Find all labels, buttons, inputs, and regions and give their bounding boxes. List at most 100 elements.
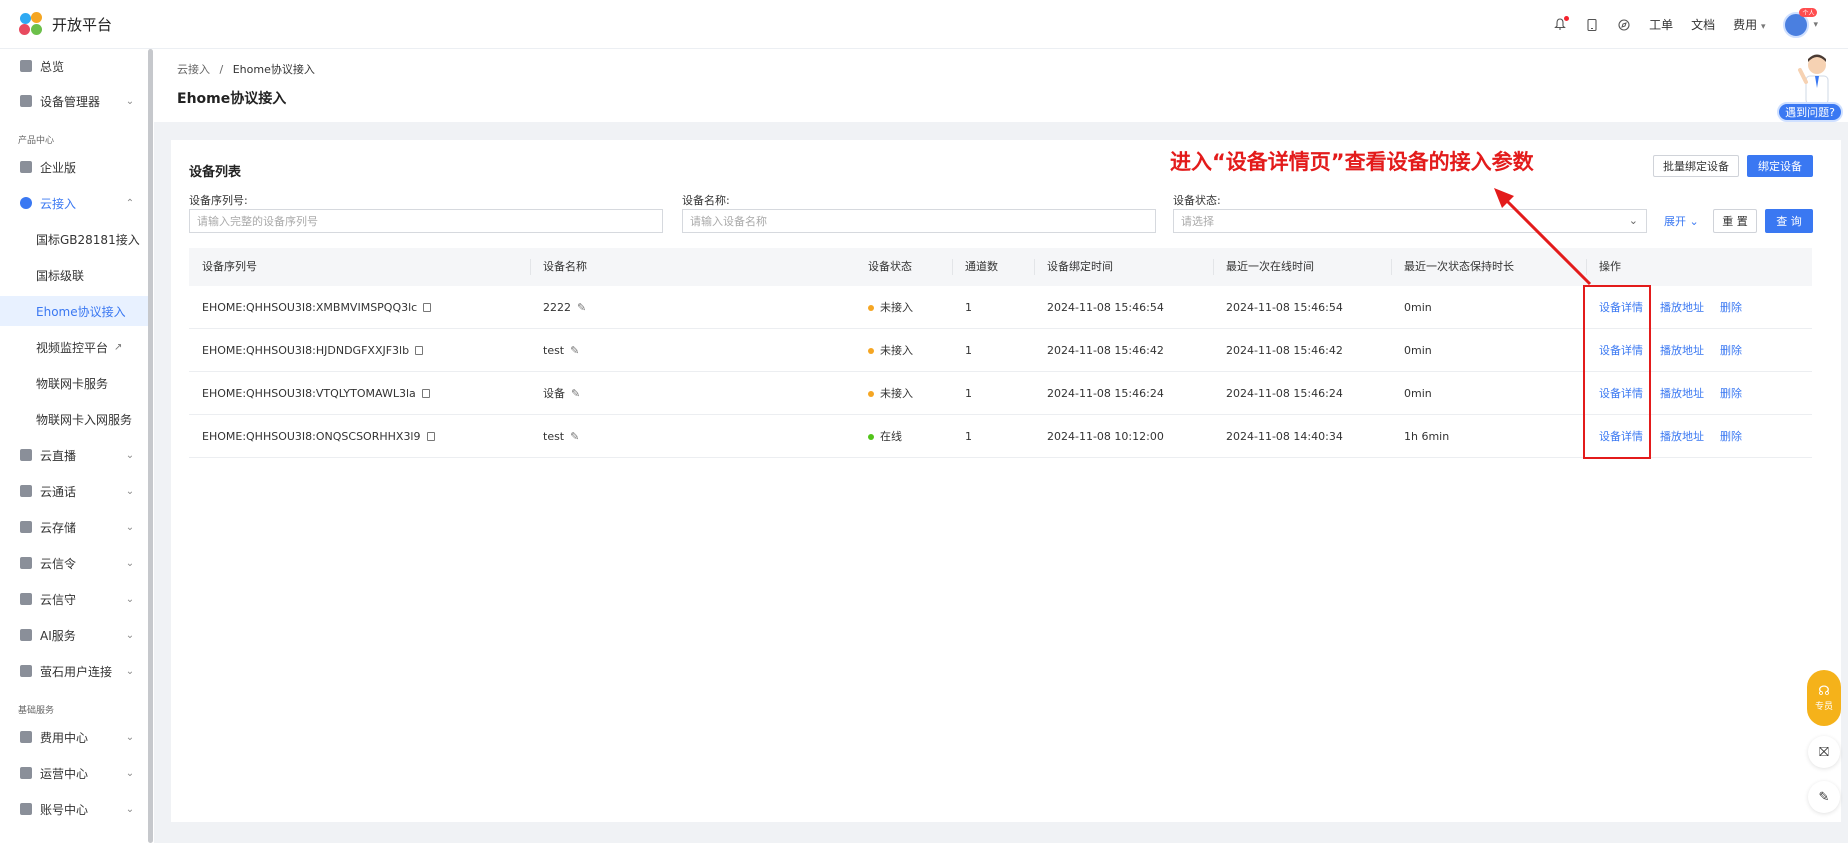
chevron-down-icon: ⌄ xyxy=(1628,214,1638,227)
name-text: test xyxy=(543,344,565,357)
help-pill[interactable]: 遇到问题? xyxy=(1777,102,1843,122)
sidebar-item-device-manager[interactable]: 设备管理器 ⌄ xyxy=(0,86,148,116)
customer-service-button[interactable]: ☊ 专员 xyxy=(1807,670,1841,726)
chevron-down-icon: ⌄ xyxy=(1689,215,1699,228)
sidebar-item-user-connect[interactable]: 萤石用户连接 ⌄ xyxy=(0,656,148,686)
breadcrumb-root[interactable]: 云接入 xyxy=(177,63,210,76)
edit-icon[interactable]: ✎ xyxy=(577,286,586,329)
page-header: 云接入 / Ehome协议接入 Ehome协议接入 xyxy=(154,49,1848,122)
breadcrumb: 云接入 / Ehome协议接入 xyxy=(177,61,315,77)
serial-text: EHOME:QHHSOU3I8:VTQLYTOMAWL3la xyxy=(202,387,416,400)
sidebar-item-label: AI服务 xyxy=(40,628,76,643)
sidebar-group-label: 产品中心 xyxy=(18,136,55,146)
col-name: 设备名称 xyxy=(543,260,587,273)
sidebar-item-overview[interactable]: 总览 xyxy=(0,51,148,81)
ai-icon xyxy=(20,629,32,641)
col-channels: 通道数 xyxy=(965,260,998,273)
message-icon xyxy=(20,557,32,569)
annotation-text: 进入“设备详情页”查看设备的接入参数 xyxy=(1170,150,1534,174)
sidebar-item-label: 费用中心 xyxy=(40,730,89,745)
name-text: test xyxy=(543,430,565,443)
delete-link[interactable]: 删除 xyxy=(1720,415,1742,458)
sidebar-sub-iot-card[interactable]: 物联网卡服务 xyxy=(0,368,148,398)
logo[interactable]: 开放平台 xyxy=(18,11,112,37)
chevron-down-icon: ⌄ xyxy=(125,449,135,461)
batch-bind-button[interactable]: 批量绑定设备 xyxy=(1653,155,1739,177)
gift-icon[interactable]: ⛝ xyxy=(1808,736,1840,768)
playback-address-link[interactable]: 播放地址 xyxy=(1660,372,1704,415)
grid-icon xyxy=(20,665,32,677)
feedback-icon[interactable]: ✎ xyxy=(1808,781,1840,813)
sidebar-item-cloud-access[interactable]: 云接入 ⌃ xyxy=(0,188,148,218)
copy-icon[interactable] xyxy=(423,302,432,312)
cell-last-online: 2024-11-08 14:40:34 xyxy=(1226,430,1343,443)
bind-device-button[interactable]: 绑定设备 xyxy=(1747,155,1813,177)
reset-button[interactable]: 重 置 xyxy=(1713,209,1757,233)
sidebar-item-account[interactable]: 账号中心 ⌄ xyxy=(0,794,148,824)
server-icon xyxy=(20,95,32,107)
sidebar-item-live[interactable]: 云直播 ⌄ xyxy=(0,440,148,470)
edit-icon[interactable]: ✎ xyxy=(570,329,579,372)
name-input[interactable]: 请输入设备名称 xyxy=(682,209,1156,233)
playback-address-link[interactable]: 播放地址 xyxy=(1660,329,1704,372)
chevron-down-icon: ⌄ xyxy=(125,629,135,641)
chart-icon xyxy=(20,767,32,779)
sidebar-item-enterprise[interactable]: 企业版 xyxy=(0,152,148,182)
sidebar-sub-label: 视频监控平台 xyxy=(36,340,109,355)
user-menu[interactable]: 个人 ▾ xyxy=(1783,7,1818,38)
sidebar-item-operations[interactable]: 运营中心 ⌄ xyxy=(0,758,148,788)
cell-serial: EHOME:QHHSOU3I8:XMBMVIMSPQQ3lc xyxy=(202,286,432,329)
cell-serial: EHOME:QHHSOU3I8:VTQLYTOMAWL3la xyxy=(202,372,430,415)
sidebar-item-signaling[interactable]: 云信令 ⌄ xyxy=(0,548,148,578)
help-widget[interactable]: 遇到问题? xyxy=(1777,52,1845,124)
status-select-placeholder: 请选择 xyxy=(1181,215,1214,228)
external-link-icon: ↗ xyxy=(114,341,123,353)
delete-link[interactable]: 删除 xyxy=(1720,286,1742,329)
playback-address-link[interactable]: 播放地址 xyxy=(1660,415,1704,458)
edit-icon[interactable]: ✎ xyxy=(571,372,580,415)
coin-icon xyxy=(20,731,32,743)
tablet-icon[interactable] xyxy=(1585,18,1599,32)
phone-icon xyxy=(20,485,32,497)
copy-icon[interactable] xyxy=(415,345,424,355)
search-button[interactable]: 查 询 xyxy=(1765,209,1813,233)
sidebar-item-billing[interactable]: 费用中心 ⌄ xyxy=(0,722,148,752)
serial-input[interactable]: 请输入完整的设备序列号 xyxy=(189,209,663,233)
cell-bind-time: 2024-11-08 15:46:42 xyxy=(1047,344,1164,357)
user-icon xyxy=(20,803,32,815)
avatar: 个人 xyxy=(1783,7,1818,38)
copy-icon[interactable] xyxy=(426,431,435,441)
sidebar-item-call[interactable]: 云通话 ⌄ xyxy=(0,476,148,506)
sidebar-item-guard[interactable]: 云信守 ⌄ xyxy=(0,584,148,614)
chevron-down-icon: ⌄ xyxy=(125,731,135,743)
serial-label: 设备序列号: xyxy=(189,194,248,207)
sidebar-scrollbar[interactable] xyxy=(148,49,153,843)
sidebar-item-label: 账号中心 xyxy=(40,802,89,817)
edit-icon[interactable]: ✎ xyxy=(570,415,579,458)
delete-link[interactable]: 删除 xyxy=(1720,372,1742,415)
sidebar-item-ai[interactable]: AI服务 ⌄ xyxy=(0,620,148,650)
bell-icon[interactable] xyxy=(1553,15,1570,32)
storage-icon xyxy=(20,521,32,533)
sidebar-item-storage[interactable]: 云存储 ⌄ xyxy=(0,512,148,542)
sidebar-sub-gb28181[interactable]: 国标GB28181接入 xyxy=(0,224,148,254)
expand-link[interactable]: 展开 ⌄ xyxy=(1664,213,1699,229)
name-text: 设备 xyxy=(543,387,565,400)
topnav-billing[interactable]: 费用 ▾ xyxy=(1733,16,1765,33)
serial-text: EHOME:QHHSOU3I8:HJDNDGFXXJF3lb xyxy=(202,344,410,357)
cell-status: 在线 xyxy=(868,415,902,458)
table-row: EHOME:QHHSOU3I8:ONQSCSORHHX3l9 test ✎ 在线 … xyxy=(189,415,1812,458)
compass-icon[interactable] xyxy=(1617,18,1631,32)
topnav-docs[interactable]: 文档 xyxy=(1691,16,1715,33)
sidebar-sub-ehome[interactable]: Ehome协议接入 xyxy=(0,296,148,326)
sidebar-sub-iot-card-net[interactable]: 物联网卡入网服务 xyxy=(0,404,148,434)
cell-duration: 0min xyxy=(1404,301,1432,314)
topnav-ticket[interactable]: 工单 xyxy=(1649,16,1673,33)
sidebar-sub-gb-cascade[interactable]: 国标级联 xyxy=(0,260,148,290)
breadcrumb-separator: / xyxy=(219,63,224,76)
sidebar-sub-video-platform[interactable]: 视频监控平台 ↗ xyxy=(0,332,148,362)
sidebar-item-label: 企业版 xyxy=(40,160,77,175)
copy-icon[interactable] xyxy=(421,388,430,398)
delete-link[interactable]: 删除 xyxy=(1720,329,1742,372)
playback-address-link[interactable]: 播放地址 xyxy=(1660,286,1704,329)
